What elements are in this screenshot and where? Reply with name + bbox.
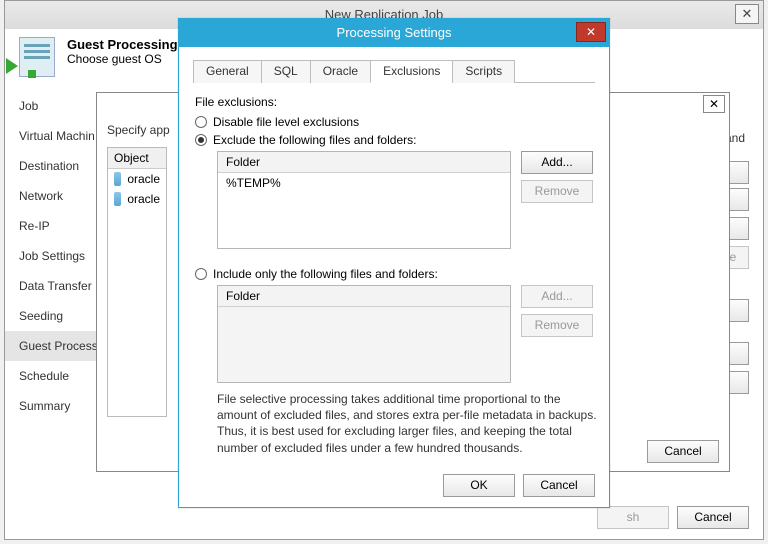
page-subtitle: Choose guest OS — [67, 52, 162, 66]
cancel-button[interactable]: Cancel — [677, 506, 749, 529]
add-include-button[interactable]: Add... — [521, 285, 593, 308]
tab-general[interactable]: General — [193, 60, 262, 83]
exclude-table[interactable]: Folder %TEMP% — [217, 151, 511, 249]
list-item[interactable]: oracle — [108, 169, 166, 189]
radio-label: Include only the following files and fol… — [213, 267, 438, 281]
dialog-footer: OK Cancel — [443, 474, 595, 497]
object-grid[interactable]: Object oracle oracle — [107, 147, 167, 417]
vm-icon — [114, 172, 121, 186]
table-row[interactable]: %TEMP% — [218, 173, 510, 193]
close-icon[interactable]: ✕ — [735, 4, 759, 24]
vm-icon — [114, 192, 121, 206]
section-label: File exclusions: — [195, 95, 593, 109]
wizard-footer: sh Cancel — [597, 506, 749, 529]
tab-exclusions[interactable]: Exclusions — [370, 60, 453, 83]
replication-icon — [19, 37, 55, 77]
processing-settings-dialog: Processing Settings ✕ GeneralSQLOracleEx… — [178, 18, 610, 508]
page-title: Guest Processing — [67, 37, 178, 52]
include-header: Folder — [218, 286, 510, 307]
radio-disable-exclusions[interactable]: Disable file level exclusions — [195, 115, 593, 129]
list-item[interactable]: oracle — [108, 189, 166, 209]
add-exclude-button[interactable]: Add... — [521, 151, 593, 174]
list-item-label: oracle — [127, 172, 160, 186]
grid-header: Object — [108, 148, 166, 169]
cancel-button[interactable]: Cancel — [647, 440, 719, 463]
close-icon[interactable]: ✕ — [703, 95, 725, 113]
radio-label: Exclude the following files and folders: — [213, 133, 416, 147]
remove-exclude-button[interactable]: Remove — [521, 180, 593, 203]
cancel-button[interactable]: Cancel — [523, 474, 595, 497]
ok-button[interactable]: OK — [443, 474, 515, 497]
radio-exclude-files[interactable]: Exclude the following files and folders: — [195, 133, 593, 147]
hint-text: File selective processing takes addition… — [217, 391, 597, 456]
radio-icon — [195, 268, 207, 280]
radio-icon — [195, 116, 207, 128]
tab-scripts[interactable]: Scripts — [452, 60, 515, 83]
list-item-label: oracle — [127, 192, 160, 206]
radio-icon — [195, 134, 207, 146]
dialog-title-text: Processing Settings — [337, 25, 452, 40]
exclude-header: Folder — [218, 152, 510, 173]
radio-label: Disable file level exclusions — [213, 115, 359, 129]
radio-include-only[interactable]: Include only the following files and fol… — [195, 267, 593, 281]
close-icon[interactable]: ✕ — [576, 22, 606, 42]
finish-button[interactable]: sh — [597, 506, 669, 529]
include-table[interactable]: Folder — [217, 285, 511, 383]
tab-strip: GeneralSQLOracleExclusionsScripts — [193, 59, 595, 83]
tab-sql[interactable]: SQL — [261, 60, 311, 83]
tab-oracle[interactable]: Oracle — [310, 60, 371, 83]
remove-include-button[interactable]: Remove — [521, 314, 593, 337]
dialog-titlebar: Processing Settings ✕ — [179, 19, 609, 47]
